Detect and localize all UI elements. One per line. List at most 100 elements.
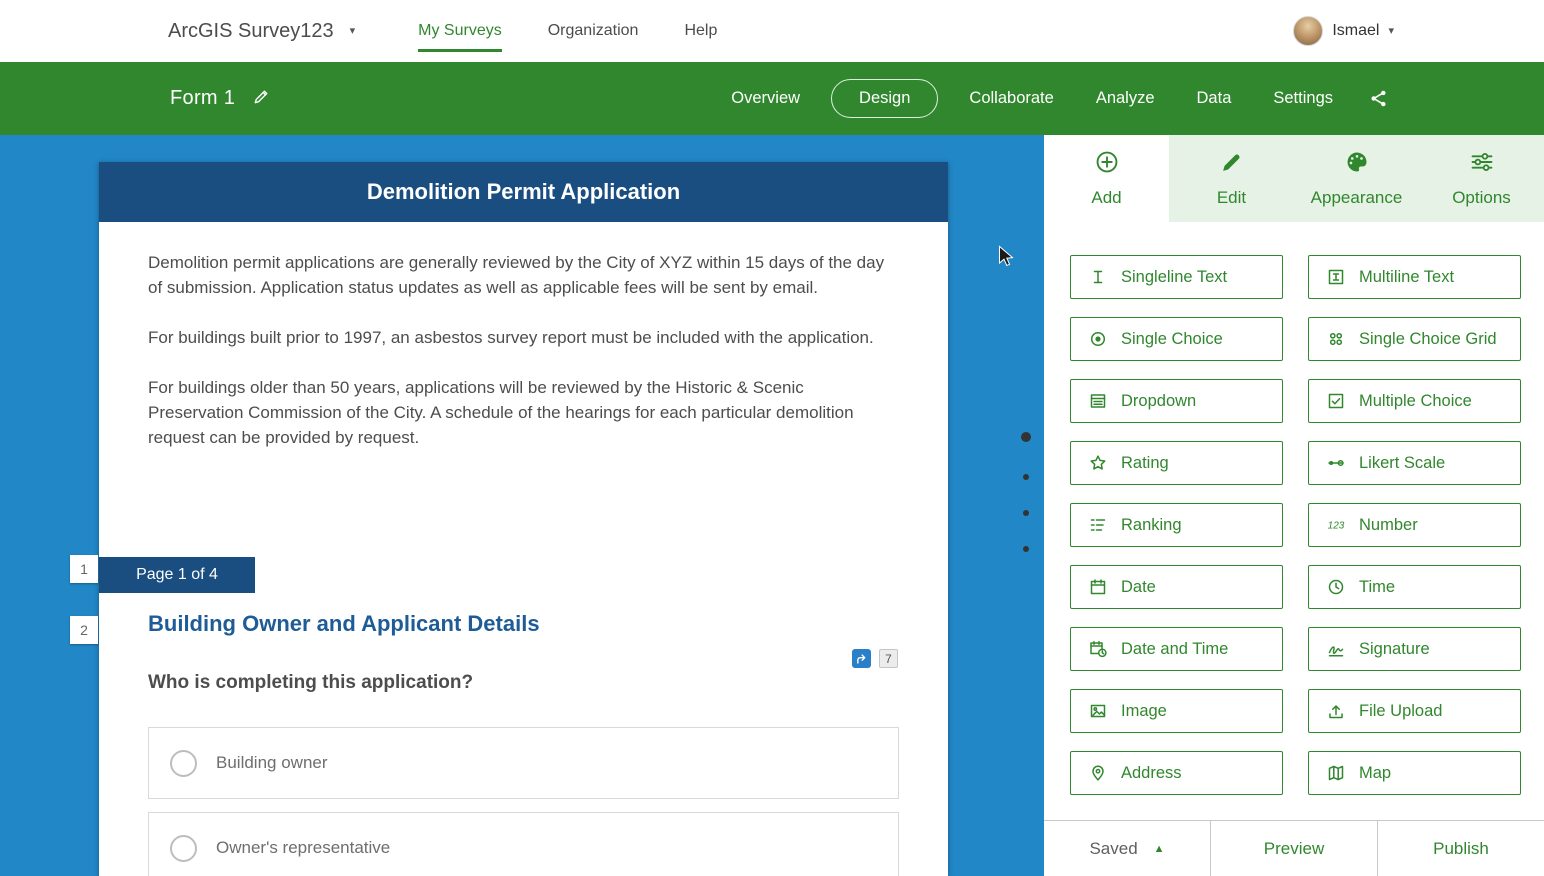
form-toolbar: Form 1 Overview Design Collaborate Analy… bbox=[0, 62, 1544, 135]
multiple-choice-icon bbox=[1326, 391, 1346, 411]
skip-logic-arrow-icon[interactable] bbox=[852, 649, 871, 668]
rule-count-badge: 7 bbox=[879, 649, 898, 668]
tool-singleline-text[interactable]: Singleline Text bbox=[1070, 255, 1283, 299]
question-meta-icons: 7 bbox=[852, 649, 898, 668]
likert-scale-icon bbox=[1326, 453, 1346, 473]
caret-down-icon: ▾ bbox=[1388, 26, 1394, 37]
form-canvas: Demolition Permit Application Demolition… bbox=[0, 135, 1044, 876]
designer-panel: Add Edit Appearance Options bbox=[1044, 135, 1544, 876]
page-dot-3[interactable] bbox=[1023, 510, 1029, 516]
tool-number[interactable]: 123 Number bbox=[1308, 503, 1521, 547]
panel-tab-add[interactable]: Add bbox=[1044, 135, 1169, 222]
survey-title-bar[interactable]: Demolition Permit Application bbox=[99, 162, 948, 222]
ranking-icon bbox=[1088, 515, 1108, 535]
question-label[interactable]: Who is completing this application? bbox=[148, 672, 473, 694]
choice-option-building-owner[interactable]: Building owner bbox=[148, 727, 899, 799]
address-pin-icon bbox=[1088, 763, 1108, 783]
page-dot-1-active[interactable] bbox=[1021, 432, 1031, 442]
intro-paragraph-1: Demolition permit applications are gener… bbox=[148, 250, 899, 300]
preview-button[interactable]: Preview bbox=[1210, 821, 1377, 876]
pencil-icon[interactable] bbox=[252, 87, 271, 111]
panel-tab-edit[interactable]: Edit bbox=[1169, 135, 1294, 222]
single-choice-icon bbox=[1088, 329, 1108, 349]
section-title[interactable]: Building Owner and Applicant Details bbox=[148, 611, 540, 637]
survey-title: Demolition Permit Application bbox=[367, 179, 680, 205]
tool-address[interactable]: Address bbox=[1070, 751, 1283, 795]
avatar bbox=[1293, 16, 1323, 46]
radio-button-icon[interactable] bbox=[170, 835, 197, 862]
nav-item-organization[interactable]: Organization bbox=[548, 22, 639, 40]
main-nav: My Surveys Organization Help bbox=[395, 0, 740, 62]
form-title: Form 1 bbox=[170, 87, 271, 111]
app-brand-menu[interactable]: ArcGIS Survey123 ▾ bbox=[168, 20, 355, 43]
tab-settings[interactable]: Settings bbox=[1252, 89, 1354, 108]
panel-tab-options[interactable]: Options bbox=[1419, 135, 1544, 222]
rating-star-icon bbox=[1088, 453, 1108, 473]
tool-image[interactable]: Image bbox=[1070, 689, 1283, 733]
publish-button[interactable]: Publish bbox=[1377, 821, 1544, 876]
form-name: Form 1 bbox=[170, 87, 235, 110]
singleline-text-icon bbox=[1088, 267, 1108, 287]
tool-time[interactable]: Time bbox=[1308, 565, 1521, 609]
page-dot-4[interactable] bbox=[1023, 546, 1029, 552]
tab-overview[interactable]: Overview bbox=[710, 89, 821, 108]
form-tabs: Overview Design Collaborate Analyze Data… bbox=[710, 79, 1389, 118]
tool-map[interactable]: Map bbox=[1308, 751, 1521, 795]
tab-analyze[interactable]: Analyze bbox=[1075, 89, 1176, 108]
tool-date[interactable]: Date bbox=[1070, 565, 1283, 609]
share-icon[interactable] bbox=[1368, 88, 1389, 109]
clock-icon bbox=[1326, 577, 1346, 597]
sliders-icon bbox=[1469, 149, 1495, 180]
signature-icon bbox=[1326, 639, 1346, 659]
tool-rating[interactable]: Rating bbox=[1070, 441, 1283, 485]
tab-collaborate[interactable]: Collaborate bbox=[948, 89, 1074, 108]
user-menu[interactable]: Ismael ▾ bbox=[1293, 16, 1394, 46]
radio-button-icon[interactable] bbox=[170, 750, 197, 777]
element-index-badge-1: 1 bbox=[70, 555, 98, 583]
intro-paragraph-2: For buildings built prior to 1997, an as… bbox=[148, 325, 899, 350]
caret-down-icon: ▾ bbox=[350, 26, 356, 37]
nav-item-help[interactable]: Help bbox=[684, 22, 717, 40]
survey-form-card: Demolition Permit Application Demolition… bbox=[99, 162, 948, 876]
choice-option-owners-representative[interactable]: Owner's representative bbox=[148, 812, 899, 876]
tool-ranking[interactable]: Ranking bbox=[1070, 503, 1283, 547]
single-choice-grid-icon bbox=[1326, 329, 1346, 349]
intro-note-block[interactable]: Demolition permit applications are gener… bbox=[99, 222, 948, 450]
user-name: Ismael bbox=[1332, 22, 1379, 40]
tool-single-choice[interactable]: Single Choice bbox=[1070, 317, 1283, 361]
panel-tab-appearance[interactable]: Appearance bbox=[1294, 135, 1419, 222]
survey-body: Demolition permit applications are gener… bbox=[99, 222, 948, 876]
element-index-badge-2: 2 bbox=[70, 616, 98, 644]
tab-design[interactable]: Design bbox=[831, 79, 938, 118]
tool-likert-scale[interactable]: Likert Scale bbox=[1308, 441, 1521, 485]
page-indicator-badge: Page 1 of 4 bbox=[99, 557, 255, 593]
intro-paragraph-3: For buildings older than 50 years, appli… bbox=[148, 375, 899, 450]
calendar-clock-icon bbox=[1088, 639, 1108, 659]
tool-dropdown[interactable]: Dropdown bbox=[1070, 379, 1283, 423]
nav-item-my-surveys[interactable]: My Surveys bbox=[418, 22, 502, 40]
tab-data[interactable]: Data bbox=[1176, 89, 1253, 108]
top-navbar: ArcGIS Survey123 ▾ My Surveys Organizati… bbox=[0, 0, 1544, 62]
tool-file-upload[interactable]: File Upload bbox=[1308, 689, 1521, 733]
svg-text:123: 123 bbox=[1328, 521, 1345, 532]
tool-multiple-choice[interactable]: Multiple Choice bbox=[1308, 379, 1521, 423]
question-type-grid: Singleline Text Multiline Text Single Ch… bbox=[1070, 255, 1521, 795]
tool-date-and-time[interactable]: Date and Time bbox=[1070, 627, 1283, 671]
saved-status-button[interactable]: Saved ▲ bbox=[1044, 821, 1210, 876]
caret-up-icon: ▲ bbox=[1154, 843, 1165, 855]
app-title: ArcGIS Survey123 bbox=[168, 20, 334, 43]
multiline-text-icon bbox=[1326, 267, 1346, 287]
add-circle-icon bbox=[1094, 149, 1120, 180]
tool-single-choice-grid[interactable]: Single Choice Grid bbox=[1308, 317, 1521, 361]
designer-panel-tabs: Add Edit Appearance Options bbox=[1044, 135, 1544, 222]
dropdown-icon bbox=[1088, 391, 1108, 411]
designer-footer: Saved ▲ Preview Publish bbox=[1044, 820, 1544, 876]
number-icon: 123 bbox=[1326, 515, 1346, 535]
map-icon bbox=[1326, 763, 1346, 783]
file-upload-icon bbox=[1326, 701, 1346, 721]
tool-signature[interactable]: Signature bbox=[1308, 627, 1521, 671]
image-icon bbox=[1088, 701, 1108, 721]
pencil-icon bbox=[1219, 149, 1245, 180]
page-dot-2[interactable] bbox=[1023, 474, 1029, 480]
tool-multiline-text[interactable]: Multiline Text bbox=[1308, 255, 1521, 299]
